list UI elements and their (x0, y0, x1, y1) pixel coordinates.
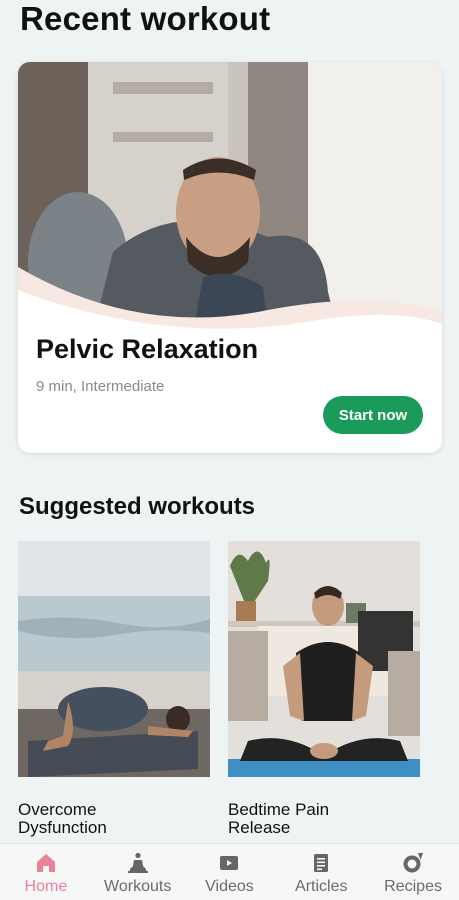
nav-label-workouts: Workouts (104, 878, 172, 895)
suggested-card-title: Bedtime Pain Release (228, 800, 330, 837)
screen: Recent workout Pelvic Relaxation 9 min, … (0, 0, 459, 900)
bottom-navigation: Home Workouts Videos Articles Recipes (0, 843, 459, 900)
recent-workout-meta: 9 min, Intermediate (36, 378, 165, 395)
start-now-button[interactable]: Start now (323, 396, 423, 434)
suggested-photo-seated-stretch (228, 541, 420, 777)
page-title: Recent workout (20, 0, 271, 37)
video-play-icon (220, 856, 239, 870)
nav-item-home[interactable]: Home (0, 844, 91, 896)
suggested-card-overcome-dysfunction[interactable]: Overcome Dysfunction (18, 541, 210, 837)
recent-workout-photo (18, 62, 442, 332)
suggested-section-title: Suggested workouts (19, 493, 256, 520)
recipes-icon (403, 853, 424, 873)
article-book-icon (314, 854, 329, 872)
suggested-card-title: Overcome Dysfunction (18, 800, 107, 837)
nav-item-articles[interactable]: Articles (276, 844, 367, 896)
nav-item-workouts[interactable]: Workouts (92, 844, 183, 896)
nav-label-recipes: Recipes (384, 878, 442, 895)
nav-label-articles: Articles (295, 878, 348, 895)
suggested-card-bedtime-pain-release[interactable]: Bedtime Pain Release (228, 541, 420, 837)
recent-workout-title: Pelvic Relaxation (36, 334, 259, 364)
nav-label-home: Home (24, 878, 68, 895)
recent-workout-card[interactable]: Pelvic Relaxation 9 min, Intermediate St… (18, 62, 442, 453)
meditation-person-icon (127, 852, 148, 873)
nav-item-videos[interactable]: Videos (184, 844, 275, 896)
suggested-photo-beach-yoga (18, 541, 210, 777)
nav-item-recipes[interactable]: Recipes (368, 844, 459, 896)
nav-label-videos: Videos (205, 878, 254, 895)
home-icon (36, 854, 55, 872)
